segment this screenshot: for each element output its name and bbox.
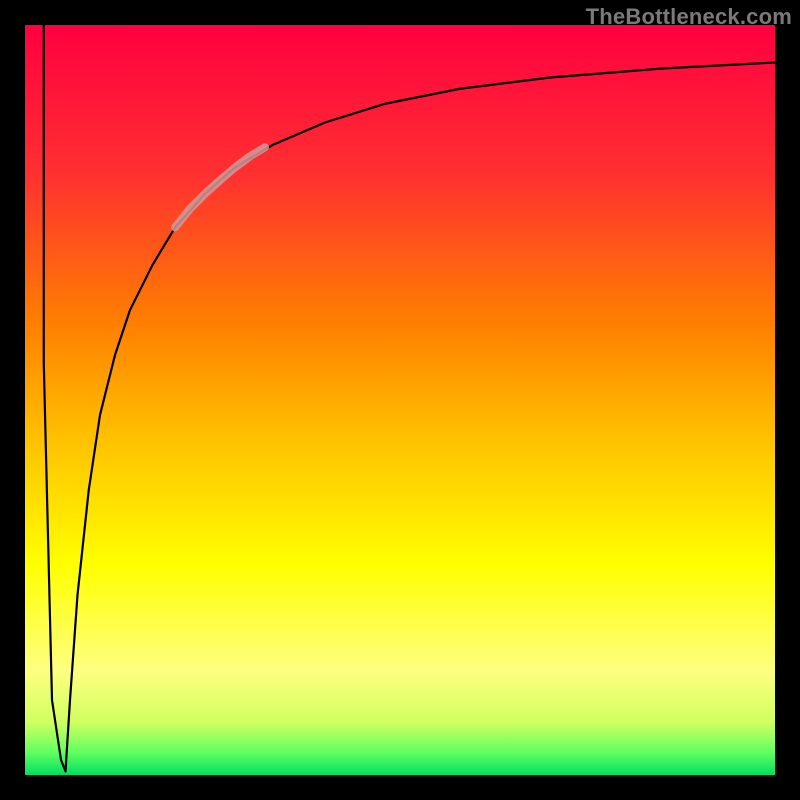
chart-frame: TheBottleneck.com — [0, 0, 800, 800]
plot-area — [25, 25, 775, 775]
attribution-watermark: TheBottleneck.com — [586, 4, 792, 30]
bottleneck-curve-chart — [25, 25, 775, 775]
gradient-background — [25, 25, 775, 775]
